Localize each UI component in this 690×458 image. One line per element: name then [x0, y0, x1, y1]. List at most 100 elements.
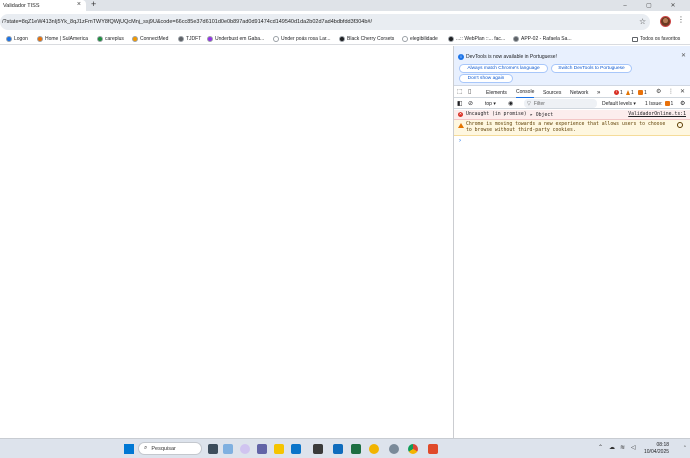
profile-avatar-icon[interactable]: [660, 16, 671, 27]
console-warning-message[interactable]: Chrome is moving towards a new experienc…: [454, 120, 690, 136]
bookmark-label: TJDFT: [186, 36, 202, 42]
match-language-button[interactable]: Always match Chrome's language: [459, 64, 548, 73]
minimize-icon[interactable]: –: [616, 0, 634, 11]
eye-icon[interactable]: ◉: [508, 99, 513, 108]
error-object[interactable]: ▸ Object: [530, 113, 553, 118]
devtools-language-infobar: i DevTools is now available in Portugues…: [454, 46, 690, 86]
info-icon: i: [458, 54, 464, 60]
switch-portuguese-button[interactable]: Switch DevTools to Portuguese: [551, 64, 632, 73]
clear-console-icon[interactable]: ⊘: [468, 99, 473, 108]
bookmark-item[interactable]: ConnectMed: [132, 34, 168, 44]
widgets-icon[interactable]: [223, 444, 233, 454]
log-levels-dropdown[interactable]: Default levels ▾: [602, 99, 636, 108]
console-error-message[interactable]: ✕ Uncaught (in promise) ▸ Object Validad…: [454, 110, 690, 120]
kebab-menu-icon[interactable]: ⋮: [677, 15, 685, 24]
search-app-icon[interactable]: [389, 444, 399, 454]
window-close-icon[interactable]: ✕: [664, 0, 682, 11]
tab-elements[interactable]: Elements: [486, 87, 507, 98]
browser-tab[interactable]: Validador TISS ×: [0, 0, 86, 11]
bookmark-item[interactable]: elegibilidade: [402, 34, 438, 44]
edge-icon[interactable]: [291, 444, 301, 454]
issue-badge-icon: [638, 90, 643, 95]
app-icon[interactable]: [369, 444, 379, 454]
file-explorer-icon[interactable]: [274, 444, 284, 454]
bookmark-item[interactable]: Black Cherry Corsets: [339, 34, 394, 44]
bookmark-favicon-icon: [6, 36, 12, 42]
error-icon: ✕: [458, 112, 463, 117]
bookmark-star-icon[interactable]: ☆: [639, 17, 646, 26]
warning-line-1: Chrome is moving towards a new experienc…: [466, 122, 666, 127]
page-viewport[interactable]: [0, 46, 453, 438]
issue-counter[interactable]: 1: [638, 87, 647, 98]
console-settings-icon[interactable]: ⚙: [680, 99, 685, 108]
taskbar-search[interactable]: ⌕ Pesquisar: [138, 442, 202, 455]
bookmark-label: Underbust em Gaba...: [215, 36, 265, 42]
more-tabs-icon[interactable]: »: [597, 87, 600, 98]
tray-chevron-icon[interactable]: ⌃: [598, 444, 603, 451]
error-source-link[interactable]: ValidadorOnline.ts:1: [628, 112, 686, 117]
volume-icon[interactable]: ◁: [631, 444, 636, 451]
devtools-tabs: ⬚ ▯ Elements Console Sources Network » !…: [454, 87, 690, 98]
bookmark-item[interactable]: Underbust em Gaba...: [207, 34, 264, 44]
bookmark-item[interactable]: Logon: [6, 34, 28, 44]
bookmark-label: Under poás rosa Lar...: [281, 36, 331, 42]
warning-counter[interactable]: 1: [626, 87, 634, 98]
search-icon: ⌕: [144, 445, 148, 451]
bookmark-item[interactable]: Home | SulAmerica: [37, 34, 88, 44]
bookmark-item[interactable]: Under poás rosa Lar...: [273, 34, 330, 44]
devtools-menu-icon[interactable]: ⋮: [668, 88, 674, 95]
tray-cloud-icon[interactable]: ☁: [609, 444, 615, 451]
clock-date: 10/04/2025: [644, 449, 670, 455]
bookmark-favicon-icon: [273, 36, 279, 42]
maximize-icon[interactable]: ▢: [640, 0, 658, 11]
settings-gear-icon[interactable]: ⚙: [656, 88, 661, 95]
context-selector[interactable]: top ▾: [485, 99, 496, 108]
snipping-tool-icon[interactable]: [428, 444, 438, 454]
infobar-close-icon[interactable]: ✕: [681, 52, 686, 59]
sidebar-toggle-icon[interactable]: ◧: [457, 99, 463, 108]
windows-start-icon[interactable]: [124, 444, 134, 454]
bookmark-item[interactable]: TJDFT: [178, 34, 201, 44]
tab-console[interactable]: Console: [516, 87, 535, 98]
outlook-icon[interactable]: [333, 444, 343, 454]
bookmark-item[interactable]: ...:: WebPlan ::... fac...: [448, 34, 505, 44]
store-icon[interactable]: [313, 444, 323, 454]
url-input[interactable]: /?state=8qZ1eW413nIj5Yk_8qJ1zFmTWY8fQWjU…: [0, 14, 650, 30]
tab-close-icon[interactable]: ×: [77, 1, 81, 8]
console-prompt[interactable]: ›: [459, 138, 461, 144]
bookmark-favicon-icon: [448, 36, 454, 42]
error-counter[interactable]: ! 1: [614, 87, 623, 98]
excel-icon[interactable]: [351, 444, 361, 454]
tab-strip: Validador TISS × + – ▢ ✕: [0, 0, 690, 11]
devtools-close-icon[interactable]: ✕: [680, 88, 685, 95]
bookmark-label: Logon: [14, 36, 28, 42]
bookmark-favicon-icon: [97, 36, 103, 42]
all-bookmarks-button[interactable]: Todos os favoritos: [632, 34, 680, 44]
inspect-element-icon[interactable]: ⬚: [457, 88, 463, 95]
notification-icon[interactable]: ◔: [683, 444, 686, 450]
chrome-icon[interactable]: [408, 444, 418, 454]
bookmark-label: APP-02 - Rafaela Sa...: [521, 36, 572, 42]
tab-sources[interactable]: Sources: [543, 87, 561, 98]
dont-show-again-button[interactable]: Don't show again: [459, 74, 513, 83]
error-badge-icon: !: [614, 90, 619, 95]
task-view-icon[interactable]: [208, 444, 218, 454]
bookmark-favicon-icon: [207, 36, 213, 42]
infobar-text: DevTools is now available in Portuguese!: [466, 54, 557, 60]
copilot-icon[interactable]: [240, 444, 250, 454]
filter-icon: ▽: [527, 100, 531, 107]
new-tab-icon[interactable]: +: [91, 0, 96, 9]
lightbulb-icon[interactable]: [677, 122, 683, 128]
tab-network[interactable]: Network: [570, 87, 588, 98]
issues-button[interactable]: 1 Issue: 1: [645, 99, 673, 108]
device-toolbar-icon[interactable]: ▯: [468, 88, 471, 95]
bookmark-item[interactable]: careplus: [97, 34, 124, 44]
clock[interactable]: 08:18 10/04/2025: [644, 442, 669, 456]
bookmark-label: ConnectMed: [140, 36, 169, 42]
bookmark-label: Black Cherry Corsets: [347, 36, 395, 42]
teams-icon[interactable]: [257, 444, 267, 454]
issue-badge-icon: [664, 101, 670, 106]
console-filter-input[interactable]: ▽ Filter: [524, 99, 597, 108]
wifi-icon[interactable]: ≋: [620, 444, 625, 451]
bookmark-item[interactable]: APP-02 - Rafaela Sa...: [513, 34, 572, 44]
